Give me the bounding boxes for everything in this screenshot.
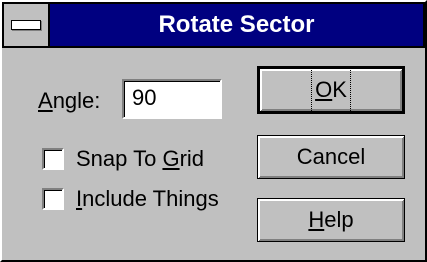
system-menu-button[interactable]	[4, 4, 50, 46]
include-things-label-post: nclude Things	[82, 186, 219, 211]
ok-button-label: OK	[311, 67, 351, 113]
ok-button-label-post: K	[332, 77, 347, 102]
cancel-button-label: Cancel	[296, 144, 366, 169]
snap-to-grid-label-mnemonic: G	[162, 146, 180, 171]
snap-to-grid-label-post: rid	[179, 146, 205, 171]
angle-label-mnemonic: A	[38, 88, 53, 113]
dialog-title: Rotate Sector	[158, 11, 315, 38]
snap-to-grid-label-pre: Snap To	[76, 146, 163, 171]
help-button-label: Help	[308, 199, 353, 241]
help-button-label-post: elp	[324, 207, 354, 232]
cancel-button[interactable]: Cancel	[257, 135, 405, 179]
ok-button-mnemonic: O	[315, 77, 333, 102]
include-things-label[interactable]: Include Things	[76, 186, 219, 212]
help-button-mnemonic: H	[308, 207, 325, 232]
rotate-sector-dialog: Rotate Sector Angle: 90 Snap To Grid Inc…	[0, 0, 427, 262]
help-button[interactable]: Help	[257, 198, 405, 242]
system-menu-icon	[11, 20, 41, 30]
title-bar[interactable]: Rotate Sector	[2, 2, 425, 48]
angle-label-text: ngle:	[52, 88, 101, 113]
angle-label: Angle:	[38, 88, 100, 114]
snap-to-grid-checkbox[interactable]	[42, 148, 64, 170]
ok-button[interactable]: OK	[257, 66, 405, 114]
angle-input[interactable]: 90	[122, 79, 222, 119]
include-things-checkbox[interactable]	[42, 188, 64, 210]
snap-to-grid-label[interactable]: Snap To Grid	[76, 146, 204, 172]
